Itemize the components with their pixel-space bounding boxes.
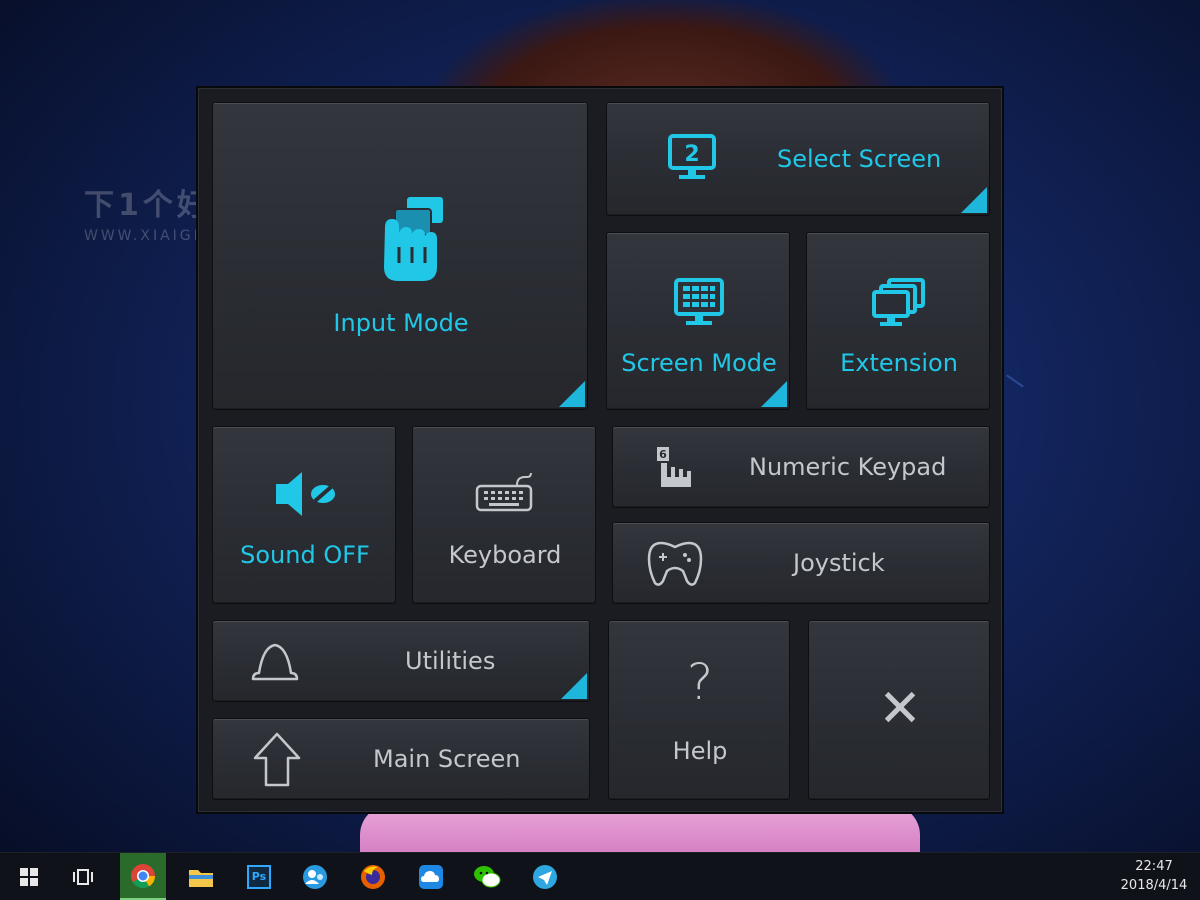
photoshop-button[interactable]: Ps xyxy=(236,853,282,900)
keypad-badge: 6 xyxy=(659,448,667,461)
clock-date: 2018/4/14 xyxy=(1120,878,1188,893)
extension-label: Extension xyxy=(840,349,958,377)
send-app-icon xyxy=(533,865,557,889)
close-button[interactable]: ✕ xyxy=(808,620,990,800)
close-icon: ✕ xyxy=(878,679,922,739)
photoshop-icon: Ps xyxy=(247,865,271,889)
input-mode-icon xyxy=(373,191,447,281)
home-arrow-icon xyxy=(251,731,303,789)
cloud-app-icon xyxy=(419,865,443,889)
screen-mode-button[interactable]: Screen Mode xyxy=(606,232,790,410)
joystick-label: Joystick xyxy=(793,549,885,577)
utilities-button[interactable]: Utilities xyxy=(212,620,590,702)
windows-start-button[interactable] xyxy=(6,853,52,900)
people-app-button[interactable] xyxy=(292,853,338,900)
chrome-taskbar-button[interactable] xyxy=(120,853,166,900)
keyboard-icon xyxy=(475,473,535,513)
people-app-icon xyxy=(303,865,327,889)
speaker-muted-icon xyxy=(273,469,339,519)
help-label: Help xyxy=(672,737,728,765)
submenu-corner-indicator xyxy=(561,673,587,699)
extension-icon xyxy=(871,277,927,329)
wechat-icon xyxy=(474,866,501,888)
numeric-keypad-button[interactable]: 6 Numeric Keypad xyxy=(612,426,990,508)
taskbar: Ps 22:47 2018/4/14 xyxy=(0,852,1200,900)
file-explorer-button[interactable] xyxy=(178,853,224,900)
gamepad-icon xyxy=(647,539,703,587)
sound-off-button[interactable]: Sound OFF xyxy=(212,426,396,604)
wallpaper-line xyxy=(1006,374,1024,388)
windows-start-icon xyxy=(20,868,38,886)
input-mode-button[interactable]: Input Mode xyxy=(212,102,588,410)
utilities-icon xyxy=(249,641,301,683)
send-app-button[interactable] xyxy=(522,853,568,900)
cloud-app-button[interactable] xyxy=(408,853,454,900)
joystick-button[interactable]: Joystick xyxy=(612,522,990,604)
select-screen-button[interactable]: 2 Select Screen xyxy=(606,102,990,216)
clock-time: 22:47 xyxy=(1135,859,1173,874)
help-button[interactable]: ? Help xyxy=(608,620,790,800)
keyboard-button[interactable]: Keyboard xyxy=(412,426,596,604)
monitor-2-icon: 2 xyxy=(667,133,717,183)
submenu-corner-indicator xyxy=(761,381,787,407)
main-screen-label: Main Screen xyxy=(373,745,521,773)
utilities-label: Utilities xyxy=(405,647,496,675)
firefox-button[interactable] xyxy=(350,853,396,900)
main-screen-button[interactable]: Main Screen xyxy=(212,718,590,800)
select-screen-label: Select Screen xyxy=(777,145,942,173)
firefox-icon xyxy=(361,865,385,889)
control-panel: Input Mode 2 Select Screen Screen Mode E… xyxy=(196,86,1004,814)
screen-mode-icon xyxy=(673,277,725,329)
wechat-button[interactable] xyxy=(464,853,510,900)
screen-mode-label: Screen Mode xyxy=(621,349,777,377)
keyboard-label: Keyboard xyxy=(448,541,562,569)
input-mode-label: Input Mode xyxy=(333,309,469,337)
sound-label: Sound OFF xyxy=(240,541,370,569)
numeric-keypad-label: Numeric Keypad xyxy=(749,453,947,481)
question-mark-icon: ? xyxy=(686,653,714,711)
chrome-icon xyxy=(131,863,155,888)
screen-number: 2 xyxy=(684,142,699,167)
submenu-corner-indicator xyxy=(559,381,585,407)
system-clock[interactable]: 22:47 2018/4/14 xyxy=(1118,857,1190,895)
task-view-icon xyxy=(73,869,93,885)
file-explorer-icon xyxy=(189,870,213,887)
submenu-corner-indicator xyxy=(961,187,987,213)
numeric-keypad-icon: 6 xyxy=(655,445,695,489)
extension-button[interactable]: Extension xyxy=(806,232,990,410)
task-view-button[interactable] xyxy=(60,853,106,900)
